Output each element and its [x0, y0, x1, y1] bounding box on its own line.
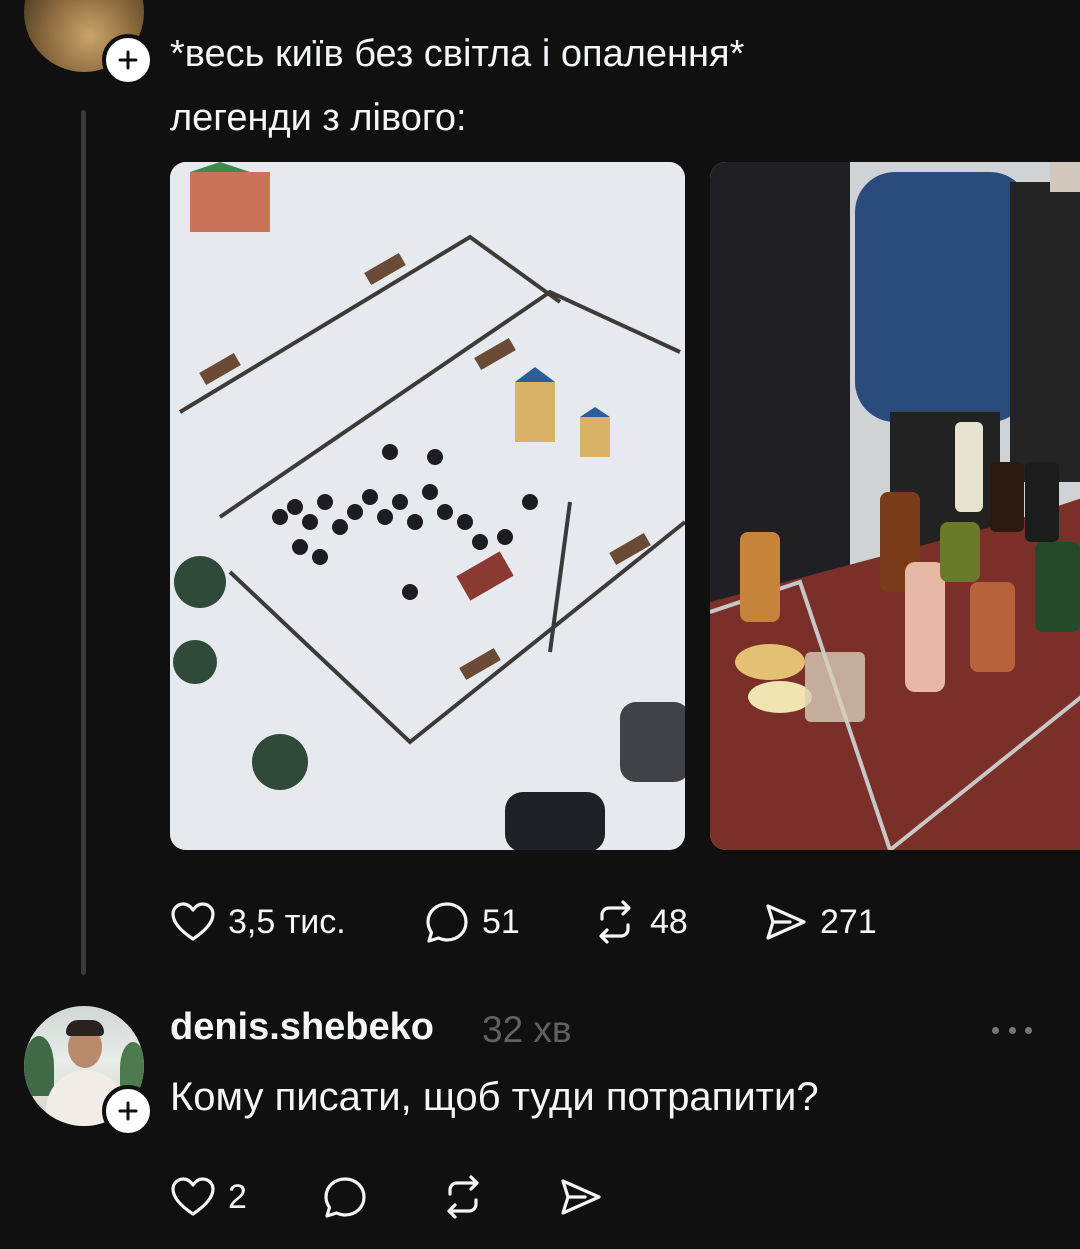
- reply-username[interactable]: denis.shebeko: [170, 1006, 434, 1049]
- reply-like-button[interactable]: 2: [168, 1172, 247, 1222]
- snowy-playground-photo: [170, 162, 685, 850]
- repost-button[interactable]: 48: [590, 897, 688, 947]
- reply-like-count: 2: [228, 1177, 247, 1216]
- follow-plus-icon[interactable]: [102, 34, 154, 86]
- reply-share-button[interactable]: [555, 1172, 605, 1222]
- like-button[interactable]: 3,5 тис.: [168, 897, 346, 947]
- post-text-line-2: легенди з лівого:: [170, 97, 467, 139]
- reply-text: Кому писати, щоб туди потрапити?: [170, 1075, 819, 1119]
- follow-plus-icon[interactable]: [102, 1085, 154, 1137]
- reply-timestamp: 32 хв: [482, 1009, 572, 1050]
- threads-post-view: *весь київ без світла і опалення* легенд…: [0, 0, 1080, 1249]
- like-count: 3,5 тис.: [228, 902, 346, 941]
- send-icon: [561, 1179, 601, 1215]
- post-image-1[interactable]: [170, 162, 685, 850]
- send-icon: [766, 904, 806, 940]
- repost-count: 48: [650, 902, 688, 941]
- table-bottles-photo: [710, 162, 1080, 850]
- heart-icon: [171, 902, 215, 941]
- reply-repost-button[interactable]: [438, 1172, 488, 1222]
- share-button[interactable]: 271: [760, 897, 877, 947]
- post-text: *весь київ без світла і опалення* легенд…: [170, 22, 1050, 150]
- comment-button[interactable]: 51: [422, 897, 520, 947]
- post-image-2[interactable]: [710, 162, 1080, 850]
- share-count: 271: [820, 902, 877, 941]
- thread-connector-line: [81, 110, 86, 975]
- comment-count: 51: [482, 902, 520, 941]
- comment-bubble-icon: [426, 902, 468, 943]
- repost-icon: [599, 900, 631, 944]
- reply-comment-button[interactable]: [320, 1172, 370, 1222]
- more-options-icon[interactable]: [992, 1020, 1032, 1040]
- repost-icon: [447, 1175, 479, 1219]
- post-text-line-1: *весь київ без світла і опалення*: [170, 33, 745, 75]
- heart-icon: [171, 1177, 215, 1216]
- comment-bubble-icon: [324, 1177, 366, 1218]
